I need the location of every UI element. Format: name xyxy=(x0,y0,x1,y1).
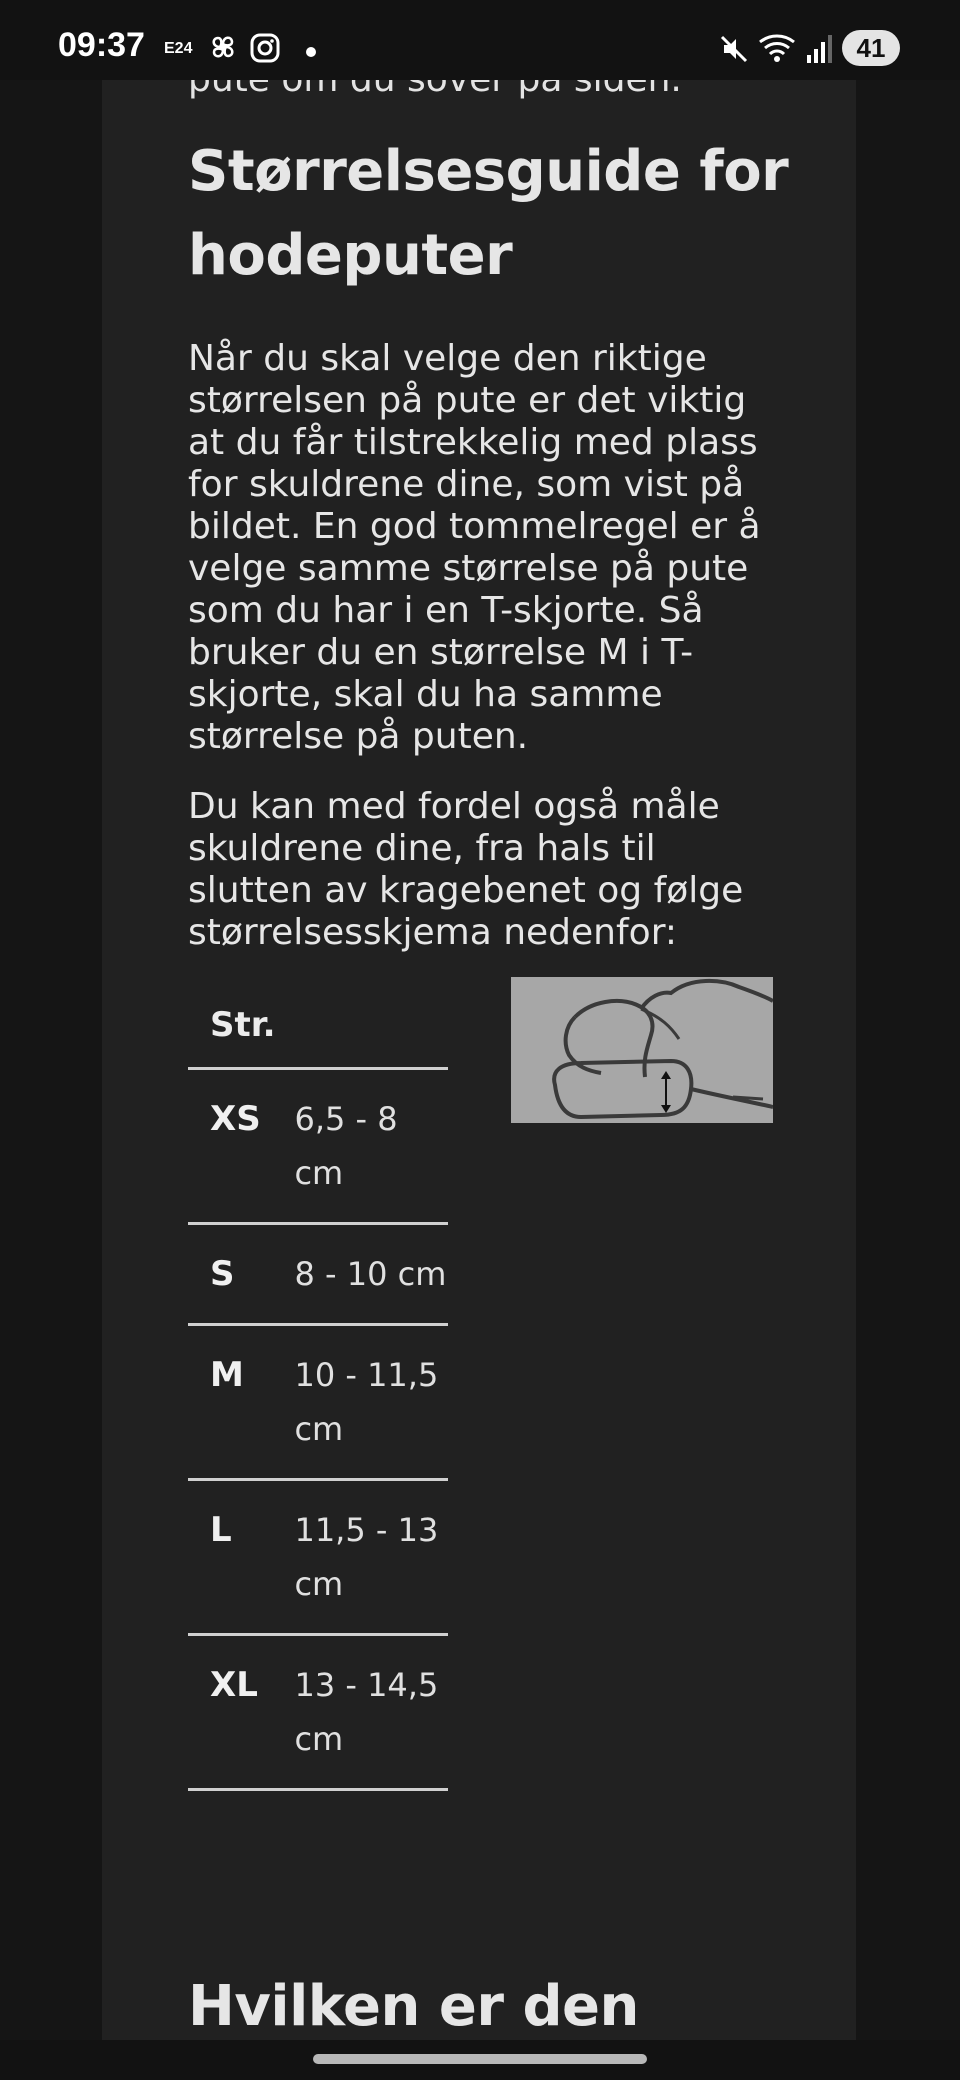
pinwheel-icon xyxy=(208,32,238,66)
paragraph-size-intro: Når du skal velge den riktige størrelsen… xyxy=(188,338,761,757)
e24-badge-text: E24 xyxy=(164,40,193,57)
size-cell: XL xyxy=(188,1634,295,1791)
pillow-shoulder-illustration xyxy=(511,977,774,1123)
table-row: M 10 - 11,5 cm xyxy=(188,1324,448,1481)
size-cell: L xyxy=(188,1479,295,1636)
measure-cell: 13 - 14,5 cm xyxy=(294,1634,448,1791)
pillow-drawing xyxy=(552,978,774,1120)
heading-best-pillow: Hvilken er den beste xyxy=(188,1974,639,2039)
table-row: S 8 - 10 cm xyxy=(188,1223,448,1326)
instagram-icon xyxy=(250,33,280,67)
battery-icon: 41 xyxy=(842,30,900,66)
home-indicator[interactable] xyxy=(313,2054,647,2064)
size-cell: XS xyxy=(188,1068,295,1225)
clipped-previous-text: pute om du sover på siden. xyxy=(188,80,828,102)
signal-icon xyxy=(805,33,833,67)
measure-cell: 6,5 - 8 cm xyxy=(294,1068,448,1225)
size-column-header: Str. xyxy=(188,973,448,1070)
table-row: XS 6,5 - 8 cm xyxy=(188,1068,448,1225)
measure-cell: 10 - 11,5 cm xyxy=(294,1324,448,1481)
table-row: L 11,5 - 13 cm xyxy=(188,1479,448,1636)
measure-cell: 11,5 - 13 cm xyxy=(294,1479,448,1636)
table-row: XL 13 - 14,5 cm xyxy=(188,1634,448,1791)
battery-level: 41 xyxy=(856,33,886,63)
size-table: Str. XS 6,5 - 8 cm S 8 - 10 cm M 10 - 11… xyxy=(188,973,448,1791)
e24-icon: E24 xyxy=(164,38,192,58)
mute-icon xyxy=(718,33,750,69)
notification-dot-icon xyxy=(305,43,317,62)
clock-time: 09:37 xyxy=(58,26,145,64)
heading-size-guide: Størrelsesguide for hodeputer xyxy=(188,139,789,288)
article-content: pute om du sover på siden. Størrelsesgui… xyxy=(102,80,856,2040)
wifi-icon xyxy=(758,32,798,68)
table-header-row: Str. xyxy=(188,973,448,1070)
size-cell: M xyxy=(188,1324,295,1481)
status-bar: 09:37 E24 41 xyxy=(0,0,960,80)
paragraph-measure-shoulders: Du kan med fordel også måle skuldrene di… xyxy=(188,786,744,953)
size-cell: S xyxy=(188,1223,295,1326)
measure-cell: 8 - 10 cm xyxy=(294,1223,448,1326)
